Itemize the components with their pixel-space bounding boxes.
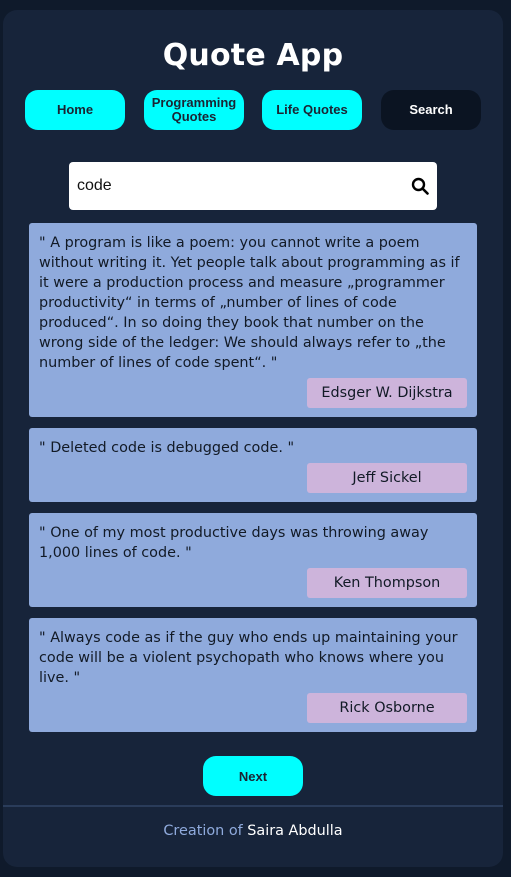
quote-author: Edsger W. Dijkstra — [307, 378, 467, 408]
app-container: Quote App Home Programming Quotes Life Q… — [3, 10, 503, 867]
quote-card: " A program is like a poem: you cannot w… — [29, 223, 477, 417]
page-title: Quote App — [162, 38, 344, 73]
quote-author: Jeff Sickel — [307, 463, 467, 493]
search-input[interactable] — [77, 162, 397, 210]
nav-home-button[interactable]: Home — [25, 90, 125, 130]
nav-programming-quotes-button[interactable]: Programming Quotes — [144, 90, 244, 130]
nav-life-quotes-button[interactable]: Life Quotes — [262, 90, 362, 130]
quote-card: " One of my most productive days was thr… — [29, 513, 477, 607]
footer: Creation of Saira Abdulla — [3, 823, 503, 839]
quote-text: " Always code as if the guy who ends up … — [39, 630, 458, 686]
quote-text: " Deleted code is debugged code. " — [39, 440, 295, 456]
search-box — [69, 162, 437, 210]
quote-card: " Deleted code is debugged code. " Jeff … — [29, 428, 477, 502]
next-button[interactable]: Next — [203, 756, 303, 796]
footer-author-name: Saira Abdulla — [247, 823, 343, 839]
quote-card: " Always code as if the guy who ends up … — [29, 618, 477, 732]
quote-author: Rick Osborne — [307, 693, 467, 723]
quote-author: Ken Thompson — [307, 568, 467, 598]
quote-text: " One of my most productive days was thr… — [39, 525, 429, 561]
footer-divider — [3, 805, 503, 807]
quote-text: " A program is like a poem: you cannot w… — [39, 235, 460, 371]
nav-bar: Home Programming Quotes Life Quotes Sear… — [3, 90, 503, 130]
search-icon[interactable] — [411, 177, 429, 195]
footer-prefix: Creation of — [163, 823, 243, 839]
nav-search-button[interactable]: Search — [381, 90, 481, 130]
